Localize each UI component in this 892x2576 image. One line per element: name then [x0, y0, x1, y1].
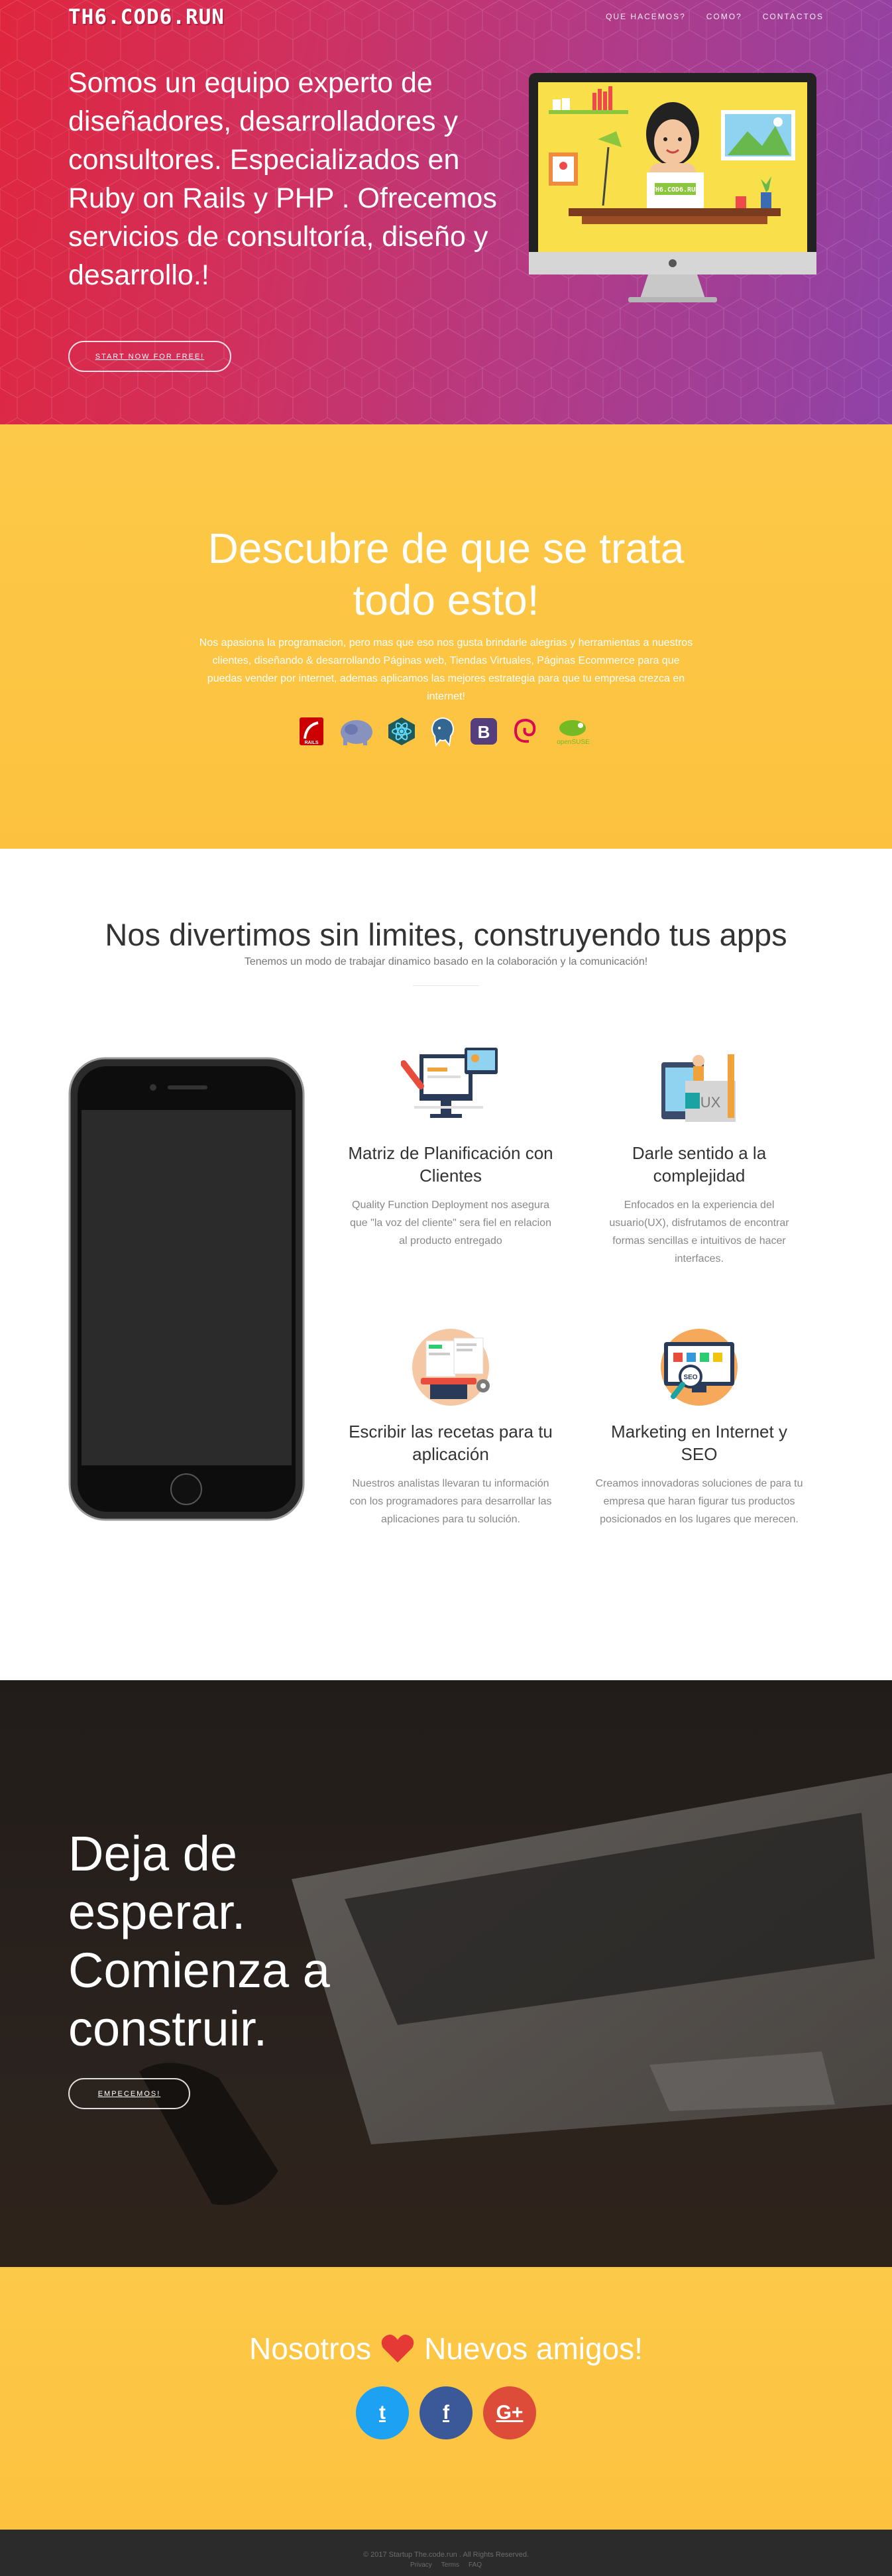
debian-icon — [514, 718, 536, 743]
php-icon — [341, 720, 372, 745]
start-now-button[interactable]: START NOW FOR FREE! — [68, 341, 231, 372]
section-divider — [413, 985, 479, 986]
feature-planning: Matriz de Planificación con Clientes Qua… — [331, 1048, 570, 1250]
heart-icon — [381, 2335, 414, 2362]
react-icon — [388, 717, 415, 745]
google-plus-icon[interactable]: G+ — [483, 2386, 536, 2439]
features-title: Nos divertimos sin limites, construyendo… — [105, 917, 787, 952]
seo-icon: SEO — [661, 1329, 738, 1406]
monitor-sign-text: TH6.COD6.RUN — [651, 186, 699, 194]
smartphone-illustration — [68, 1057, 305, 1521]
feature-coding: Escribir las recetas para tu aplicación … — [331, 1326, 570, 1528]
rails-icon: RAILS — [300, 717, 323, 745]
svg-text:B: B — [478, 722, 490, 742]
call-to-action-section: Deja de esperar. Comienza a construir. E… — [0, 1680, 892, 2267]
svg-text:RAILS: RAILS — [305, 741, 319, 745]
coding-icon — [412, 1329, 490, 1406]
monitor-illustration: TH6.COD6.RUN — [529, 73, 816, 302]
feature-coding-title: Escribir las recetas para tu aplicación — [349, 1422, 553, 1464]
features-section: Nos divertimos sin limites, construyendo… — [0, 849, 892, 1680]
feature-planning-text: Quality Function Deployment nos asegura … — [350, 1199, 551, 1247]
friends-heading-left: Nosotros — [249, 2331, 372, 2366]
ux-icon: UX — [661, 1054, 736, 1122]
discover-text: Nos apasiona la programacion, pero mas q… — [199, 637, 693, 702]
social-buttons: t f G+ — [0, 2386, 892, 2439]
postgresql-icon — [431, 717, 454, 747]
empecemos-button[interactable]: EMPECEMOS! — [68, 2078, 190, 2109]
features-subtitle: Tenemos un modo de trabajar dinamico bas… — [244, 956, 648, 967]
svg-text:SEO: SEO — [683, 1374, 697, 1381]
nav-link-como[interactable]: COMO? — [706, 12, 742, 21]
page-footer: © 2017 Startup The.code.run . All Rights… — [0, 2530, 892, 2576]
feature-seo-text: Creamos innovadoras soluciones de para t… — [595, 1478, 803, 1525]
social-section: Nosotros Nuevos amigos! t f G+ — [0, 2267, 892, 2530]
friends-heading-right: Nuevos amigos! — [424, 2331, 643, 2366]
brand-logo[interactable]: TH6.COD6.RUN — [68, 5, 225, 29]
planning-icon — [401, 1048, 498, 1118]
nav-link-que-hacemos[interactable]: QUE HACEMOS? — [606, 12, 686, 21]
svg-text:UX: UX — [700, 1094, 721, 1111]
friends-heading: Nosotros Nuevos amigos! — [0, 2331, 892, 2366]
technology-logos: RAILS B openSUSE — [0, 716, 892, 747]
twitter-icon[interactable]: t — [356, 2386, 409, 2439]
feature-planning-title: Matriz de Planificación con Clientes — [348, 1143, 553, 1186]
svg-text:openSUSE: openSUSE — [557, 739, 590, 746]
hero-section: TH6.COD6.RUN QUE HACEMOS? COMO? CONTACTO… — [0, 0, 892, 424]
feature-seo-title: Marketing en Internet y SEO — [611, 1422, 787, 1464]
footer-link-faq[interactable]: FAQ — [469, 2561, 482, 2569]
feature-ux-text: Enfocados en la experiencia del usuario(… — [609, 1199, 789, 1264]
opensuse-icon: openSUSE — [557, 720, 590, 746]
facebook-icon[interactable]: f — [419, 2386, 473, 2439]
discover-section: Descubre de que se trata todo esto! Nos … — [0, 424, 892, 849]
footer-link-terms[interactable]: Terms — [441, 2561, 459, 2569]
feature-coding-text: Nuestros analistas llevaran tu informaci… — [349, 1478, 552, 1525]
feature-ux: UX Darle sentido a la complejidad Enfoca… — [580, 1048, 818, 1268]
top-navigation: TH6.COD6.RUN QUE HACEMOS? COMO? CONTACTO… — [0, 0, 892, 40]
feature-ux-title: Darle sentido a la complejidad — [632, 1143, 767, 1186]
footer-links: Privacy Terms FAQ — [0, 2561, 892, 2569]
footer-link-privacy[interactable]: Privacy — [410, 2561, 432, 2569]
discover-title: Descubre de que se trata todo esto! — [207, 524, 685, 624]
feature-seo: SEO Marketing en Internet y SEO Creamos … — [580, 1326, 818, 1528]
copyright-text: © 2017 Startup The.code.run . All Rights… — [362, 2551, 530, 2559]
hero-headline: Somos un equipo experto de diseñadores, … — [68, 67, 497, 291]
cta-title: Deja de esperar. Comienza a construir. — [68, 1826, 330, 2056]
bootstrap-icon: B — [471, 718, 497, 745]
nav-link-contactos[interactable]: CONTACTOS — [763, 12, 824, 21]
nav-links: QUE HACEMOS? COMO? CONTACTOS — [606, 12, 824, 21]
